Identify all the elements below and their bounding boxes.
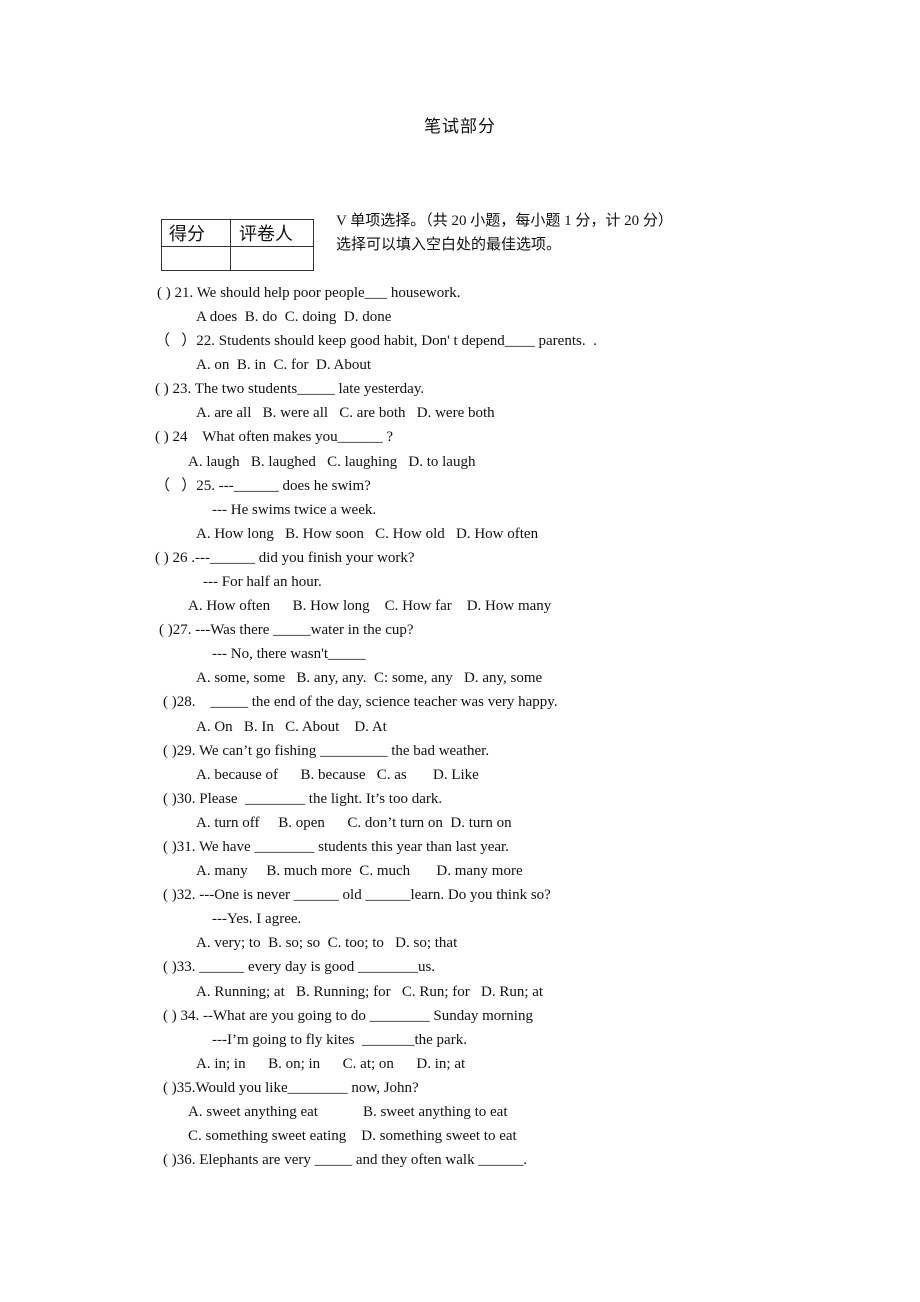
question-line: ( ) 34. --What are you going to do _____… (163, 1008, 533, 1024)
grader-header: 评卷人 (230, 219, 314, 247)
question-line: ( ) 26 .---______ did you finish your wo… (155, 550, 415, 566)
options-line: A. many B. much more C. much D. many mor… (196, 863, 523, 879)
options-line: A. because of B. because C. as D. Like (196, 767, 479, 783)
options-line: A. Running; at B. Running; for C. Run; f… (196, 984, 544, 1000)
options-line: C. something sweet eating D. something s… (188, 1128, 517, 1144)
options-line: A. turn off B. open C. don’t turn on D. … (196, 815, 512, 831)
section-heading: V 单项选择。（共 20 小题，每小题 1 分，计 20 分） (336, 213, 673, 229)
question-line: ( ) 21. We should help poor people___ ho… (157, 285, 461, 301)
question-line: （ ）25. ---______ does he swim? (155, 478, 371, 494)
section-header: V 单项选择。（共 20 小题，每小题 1 分，计 20 分） 选择可以填入空白… (336, 209, 673, 257)
options-line: A. on B. in C. for D. About (196, 357, 372, 373)
options-line: A. How long B. How soon C. How old D. Ho… (196, 526, 539, 542)
options-line: A. are all B. were all C. are both D. we… (196, 405, 495, 421)
question-line: ( ) 24 What often makes you______ ? (155, 429, 394, 445)
question-line: ( )35.Would you like________ now, John? (163, 1080, 419, 1096)
answer-line: --- He swims twice a week. (212, 502, 377, 518)
options-line: A. some, some B. any, any. C: some, any … (196, 670, 543, 686)
answer-line: ---I’m going to fly kites _______the par… (212, 1032, 467, 1048)
score-cell[interactable] (161, 246, 231, 271)
options-line: A. in; in B. on; in C. at; on D. in; at (196, 1056, 466, 1072)
options-line: A does B. do C. doing D. done (196, 309, 392, 325)
question-line: ( )28. _____ the end of the day, science… (163, 694, 558, 710)
answer-line: --- For half an hour. (203, 574, 322, 590)
answer-line: ---Yes. I agree. (212, 911, 302, 927)
score-header: 得分 (161, 219, 231, 247)
answer-line: --- No, there wasn't_____ (212, 646, 366, 662)
question-line: ( )33. ______ every day is good ________… (163, 959, 436, 975)
question-line: ( )27. ---Was there _____water in the cu… (159, 622, 414, 638)
score-table: 得分 评卷人 (161, 219, 314, 271)
options-line: A. very; to B. so; so C. too; to D. so; … (196, 935, 458, 951)
question-line: ( )31. We have ________ students this ye… (163, 839, 509, 855)
question-line: ( ) 23. The two students_____ late yeste… (155, 381, 425, 397)
options-line: A. How often B. How long C. How far D. H… (188, 598, 552, 614)
grader-cell[interactable] (230, 246, 314, 271)
section-instruction: 选择可以填入空白处的最佳选项。 (336, 237, 562, 253)
question-line: ( )29. We can’t go fishing _________ the… (163, 743, 490, 759)
options-line: A. sweet anything eat B. sweet anything … (188, 1104, 508, 1120)
question-line: ( )30. Please ________ the light. It’s t… (163, 791, 443, 807)
question-line: ( )32. ---One is never ______ old ______… (163, 887, 551, 903)
question-line: ( )36. Elephants are very _____ and they… (163, 1152, 528, 1168)
page-title: 笔试部分 (424, 117, 496, 136)
question-line: （ ）22. Students should keep good habit, … (155, 333, 597, 349)
options-line: A. laugh B. laughed C. laughing D. to la… (188, 454, 476, 470)
options-line: A. On B. In C. About D. At (196, 719, 387, 735)
